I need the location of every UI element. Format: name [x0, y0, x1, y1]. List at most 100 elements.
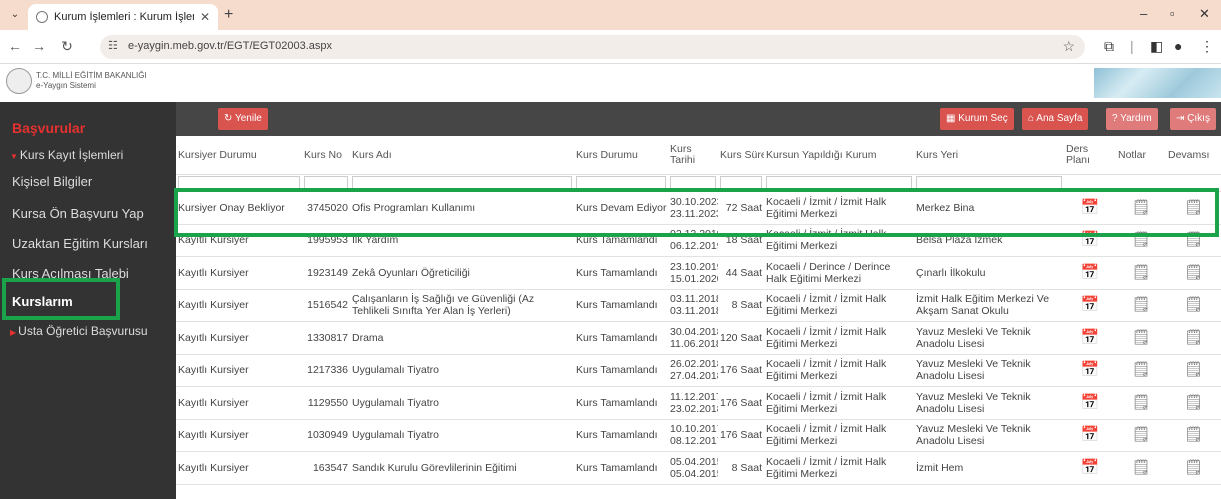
col-kurs-durumu[interactable]: Kurs Durumu: [574, 136, 668, 175]
cell-kurs-yeri: Yavuz Mesleki Ve Teknik Anadolu Lisesi: [914, 354, 1064, 387]
reload-icon[interactable]: ↻: [58, 38, 76, 55]
cell-kurum: Kocaeli / Derince / Derince Halk Eğitimi…: [764, 256, 914, 290]
table-row[interactable]: Kayıtlı Kursiyer 1330817 Drama Kurs Tamamla…: [176, 321, 1221, 355]
attendance-icon[interactable]: 🗒: [1166, 451, 1221, 485]
table-row[interactable]: Kayıtlı Kursiyer 1923149 Zekâ Oyunları Öğr…: [176, 256, 1221, 290]
attendance-icon[interactable]: 🗒: [1166, 256, 1221, 290]
ders-plani-calendar-icon[interactable]: 📅: [1064, 321, 1116, 355]
cell-kurs-durumu: Kurs Tamamlandı: [574, 256, 668, 290]
site-info-icon[interactable]: ☷: [108, 39, 118, 52]
notes-icon[interactable]: 🗒: [1116, 289, 1166, 322]
notes-icon[interactable]: 🗒: [1116, 354, 1166, 387]
ders-plani-calendar-icon[interactable]: 📅: [1064, 451, 1116, 485]
sidebar-item-kisisel-bilgiler[interactable]: Kişisel Bilgiler: [12, 174, 92, 189]
cell-kurs-suresi: 176 Saat: [718, 386, 764, 420]
attendance-icon[interactable]: 🗒: [1166, 386, 1221, 420]
table-row[interactable]: Kayıtlı Kursiyer 163547 Sandık Kurulu Göre…: [176, 451, 1221, 485]
cell-kursiyer-durumu: Kayıtlı Kursiyer: [176, 321, 302, 355]
yardim-button[interactable]: ? Yardım: [1106, 108, 1158, 130]
cell-kurs-yeri: Yavuz Mesleki Ve Teknik Anadolu Lisesi: [914, 321, 1064, 355]
tarih-start: 03.11.2018: [670, 293, 718, 306]
cell-kurs-suresi: 176 Saat: [718, 354, 764, 387]
col-notlar[interactable]: Notlar: [1116, 136, 1166, 175]
cell-kurs-adi: Uygulamalı Tiyatro: [350, 386, 574, 420]
menu-kebab-icon[interactable]: ⋮: [1200, 38, 1214, 55]
table-row[interactable]: Kayıtlı Kursiyer 1030949 Uygulamalı Tiyatr…: [176, 419, 1221, 452]
col-kurs-yeri[interactable]: Kurs Yeri: [914, 136, 1064, 175]
cell-kurs-yeri: Çınarlı İlkokulu: [914, 256, 1064, 290]
new-tab-icon[interactable]: +: [224, 6, 233, 24]
ders-plani-calendar-icon[interactable]: 📅: [1064, 386, 1116, 420]
ana-sayfa-label: Ana Sayfa: [1036, 113, 1083, 124]
sidebar-item-on-basvuru[interactable]: Kursa Ön Başvuru Yap: [12, 206, 144, 221]
ders-plani-calendar-icon[interactable]: 📅: [1064, 289, 1116, 322]
globe-icon: [36, 11, 48, 23]
attendance-icon[interactable]: 🗒: [1166, 289, 1221, 322]
notes-icon[interactable]: 🗒: [1116, 386, 1166, 420]
ana-sayfa-button[interactable]: ⌂ Ana Sayfa: [1022, 108, 1089, 130]
attendance-icon[interactable]: 🗒: [1166, 419, 1221, 452]
ders-plani-calendar-icon[interactable]: 📅: [1064, 256, 1116, 290]
sidebar-item-uzaktan-egitim[interactable]: Uzaktan Eğitim Kursları: [12, 236, 148, 251]
cikis-button[interactable]: ⇥ Çıkış: [1170, 108, 1216, 130]
highlight-kurslarim: [2, 278, 120, 320]
table-row[interactable]: Kayıtlı Kursiyer 1129550 Uygulamalı Tiyatr…: [176, 386, 1221, 420]
maximize-icon[interactable]: ▫: [1170, 6, 1175, 21]
window-close-icon[interactable]: ✕: [1199, 6, 1210, 22]
cell-kurs-yeri: Yavuz Mesleki Ve Teknik Anadolu Lisesi: [914, 386, 1064, 420]
address-bar[interactable]: ☷ e-yaygin.meb.gov.tr/EGT/EGT02003.aspx …: [100, 35, 1085, 59]
sidebar-item-usta-ogretici[interactable]: ▶ Usta Öğretici Başvurusu: [10, 324, 148, 338]
cell-kurs-tarihi: 03.11.2018 03.11.2018: [668, 289, 718, 322]
col-devamsizlik[interactable]: Devamsı: [1166, 136, 1221, 175]
notes-icon[interactable]: 🗒: [1116, 451, 1166, 485]
tarih-end: 06.12.2019: [670, 240, 718, 253]
refresh-button[interactable]: ↻ Yenile: [218, 108, 268, 130]
cell-kurs-durumu: Kurs Tamamlandı: [574, 451, 668, 485]
notes-icon[interactable]: 🗒: [1116, 419, 1166, 452]
action-bar: ↻ Yenile ▦ Kurum Seç ⌂ Ana Sayfa ? Yardı…: [176, 102, 1221, 136]
col-kurs-no[interactable]: Kurs No: [302, 136, 350, 175]
close-tab-icon[interactable]: ✕: [200, 10, 210, 24]
bookmark-star-icon[interactable]: ☆: [1062, 38, 1075, 55]
header-banner-image: [1094, 68, 1221, 98]
minimize-icon[interactable]: –: [1140, 6, 1147, 21]
kurum-sec-button[interactable]: ▦ Kurum Seç: [940, 108, 1014, 130]
col-kurs-adi[interactable]: Kurs Adı: [350, 136, 574, 175]
forward-icon[interactable]: →: [30, 38, 48, 54]
attendance-icon[interactable]: 🗒: [1166, 354, 1221, 387]
tarih-end: 08.12.2017: [670, 435, 718, 448]
cell-kurs-suresi: 8 Saat: [718, 451, 764, 485]
extensions-icon[interactable]: ⧉: [1104, 38, 1114, 55]
table-row[interactable]: Kayıtlı Kursiyer 1516542 Çalışanların İş S…: [176, 289, 1221, 322]
ders-plani-calendar-icon[interactable]: 📅: [1064, 354, 1116, 387]
sidebar-item-kurs-kayit[interactable]: ▼ Kurs Kayıt İşlemleri: [10, 148, 123, 162]
col-kurs-suresi[interactable]: Kurs Süresi: [718, 136, 764, 175]
browser-tab-strip: ⌄ Kurum İşlemleri : Kurum İşlemi ✕ + – ▫…: [0, 0, 1221, 30]
attendance-icon[interactable]: 🗒: [1166, 321, 1221, 355]
col-kurs-tarihi[interactable]: Kurs Tarihi: [668, 136, 718, 175]
ders-plani-calendar-icon[interactable]: 📅: [1064, 419, 1116, 452]
cell-kurs-tarihi: 11.12.2017 23.02.2018: [668, 386, 718, 420]
notes-icon[interactable]: 🗒: [1116, 256, 1166, 290]
cell-kurs-suresi: 120 Saat: [718, 321, 764, 355]
cell-kurum: Kocaeli / İzmit / İzmit Halk Eğitimi Mer…: [764, 321, 914, 355]
sidebar-title: Başvurular: [12, 120, 86, 136]
col-kurum[interactable]: Kursun Yapıldığı Kurum: [764, 136, 914, 175]
tarih-start: 30.04.2018: [670, 325, 718, 338]
tarih-start: 23.10.2019: [670, 260, 718, 273]
cell-kurs-no: 1129550: [302, 386, 350, 420]
tab-search-chevron-icon[interactable]: ⌄: [6, 6, 24, 24]
notes-icon[interactable]: 🗒: [1116, 321, 1166, 355]
col-ders-plani[interactable]: Ders Planı: [1064, 136, 1116, 175]
profile-avatar[interactable]: ●: [1174, 38, 1182, 54]
cell-kurs-durumu: Kurs Tamamlandı: [574, 321, 668, 355]
col-kursiyer-durumu[interactable]: Kursiyer Durumu: [176, 136, 302, 175]
table-row[interactable]: Kayıtlı Kursiyer 1217336 Uygulamalı Tiyatr…: [176, 354, 1221, 387]
table-header-row: Kursiyer Durumu Kurs No Kurs Adı Kurs Du…: [176, 136, 1221, 175]
back-icon[interactable]: ←: [6, 38, 24, 54]
side-panel-icon[interactable]: ◧: [1150, 38, 1163, 55]
cell-kursiyer-durumu: Kayıtlı Kursiyer: [176, 289, 302, 322]
main-content: ↻ Yenile ▦ Kurum Seç ⌂ Ana Sayfa ? Yardı…: [176, 102, 1221, 499]
cell-kursiyer-durumu: Kayıtlı Kursiyer: [176, 451, 302, 485]
browser-tab[interactable]: Kurum İşlemleri : Kurum İşlemi ✕: [28, 4, 218, 30]
